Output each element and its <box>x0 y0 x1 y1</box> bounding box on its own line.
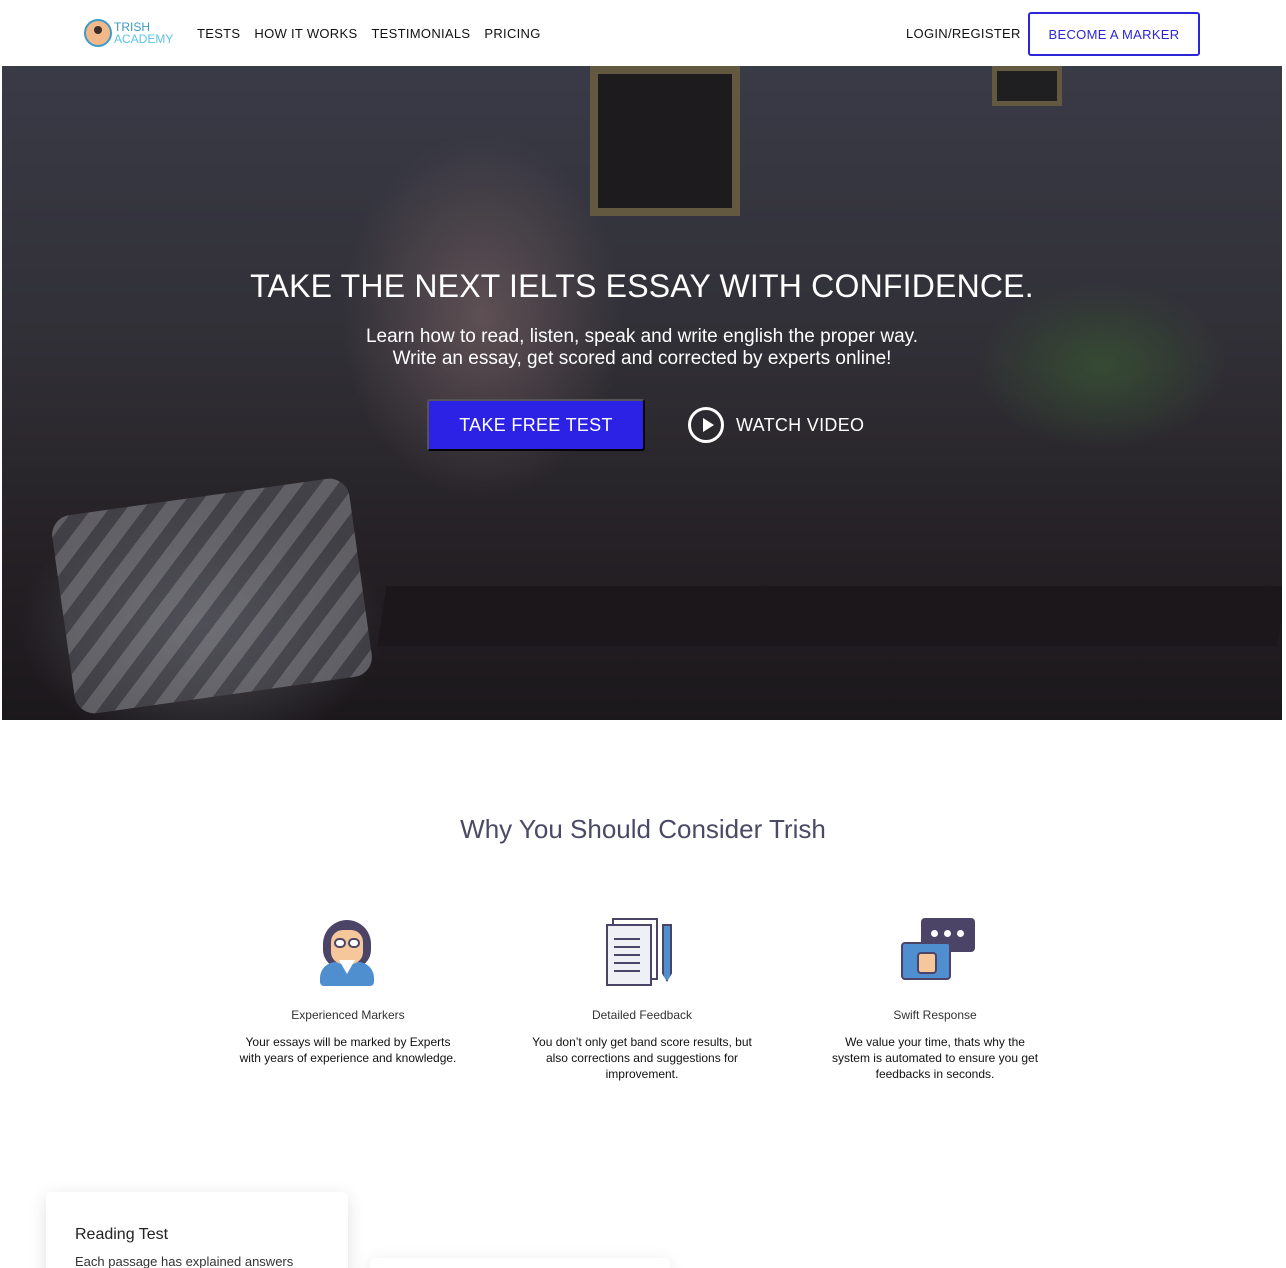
hero-subtitle-line-1: Learn how to read, listen, speak and wri… <box>365 326 919 347</box>
test-card-2[interactable] <box>370 1258 670 1268</box>
feature-swift-response: Swift Response We value your time, thats… <box>825 912 1045 1082</box>
feature-description: You don’t only get band score results, b… <box>532 1035 752 1081</box>
hero-section: TAKE THE NEXT IELTS ESSAY WITH CONFIDENC… <box>2 66 1282 720</box>
login-register-link[interactable]: LOGIN/REGISTER <box>906 26 1021 41</box>
nav-link-pricing[interactable]: PRICING <box>484 26 540 41</box>
hero-title: TAKE THE NEXT IELTS ESSAY WITH CONFIDENC… <box>250 268 1034 304</box>
watch-video-button[interactable]: WATCH VIDEO <box>688 406 864 444</box>
document-checklist-icon <box>600 912 684 992</box>
card-description: Each passage has explained answers <box>75 1254 294 1268</box>
logo-text: TRISH ACADEMY <box>114 21 173 45</box>
feature-detailed-feedback: Detailed Feedback You don’t only get ban… <box>532 912 752 1082</box>
play-icon <box>688 407 724 443</box>
teacher-icon <box>306 912 390 992</box>
reading-test-card[interactable]: Reading Test Each passage has explained … <box>46 1192 348 1268</box>
hero-subtitle: Learn how to read, listen, speak and wri… <box>2 326 1282 370</box>
nav-link-testimonials[interactable]: TESTIMONIALS <box>371 26 470 41</box>
navbar: TRISH ACADEMY TESTS HOW IT WORKS TESTIMO… <box>0 0 1286 66</box>
hero-overlay <box>2 66 1282 720</box>
feature-title: Experienced Markers <box>291 1008 405 1022</box>
why-section-title: Why You Should Consider Trish <box>460 814 826 844</box>
feature-title: Detailed Feedback <box>591 1008 693 1022</box>
card-title: Reading Test <box>75 1226 169 1243</box>
feature-description: Your essays will be marked by Experts wi… <box>239 1035 457 1065</box>
feature-title: Swift Response <box>893 1008 977 1022</box>
logo[interactable]: TRISH ACADEMY <box>84 16 173 50</box>
feature-description: We value your time, thats why the system… <box>831 1035 1039 1081</box>
hero-subtitle-line-2: Write an essay, get scored and corrected… <box>392 348 892 369</box>
nav-link-tests[interactable]: TESTS <box>197 26 240 41</box>
become-marker-button[interactable]: BECOME A MARKER <box>1028 12 1200 56</box>
feature-experienced-markers: Experienced Markers Your essays will be … <box>238 912 458 1066</box>
take-free-test-button[interactable]: TAKE FREE TEST <box>427 399 645 451</box>
watch-video-label: WATCH VIDEO <box>736 414 865 435</box>
nav-links: TESTS HOW IT WORKS TESTIMONIALS PRICING <box>197 26 555 41</box>
chat-thumbs-up-icon <box>893 912 977 992</box>
logo-line-2: ACADEMY <box>114 32 174 46</box>
nav-link-how-it-works[interactable]: HOW IT WORKS <box>254 26 357 41</box>
logo-badge-icon <box>84 19 112 47</box>
